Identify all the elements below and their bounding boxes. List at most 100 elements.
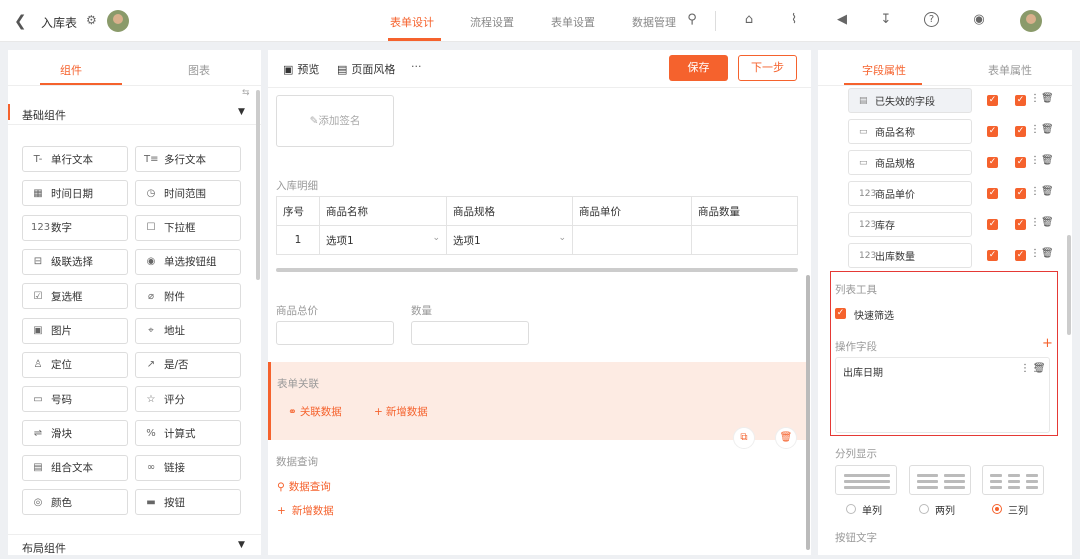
quantity-input[interactable] <box>411 321 529 345</box>
section-layout-components[interactable]: 布局组件 <box>22 540 66 556</box>
component-item[interactable]: ↗ 是/否 <box>135 351 241 378</box>
help-icon[interactable]: ? <box>924 12 939 27</box>
component-item[interactable]: T≡ 多行文本 <box>135 146 241 172</box>
field-visible-checkbox[interactable]: ✓ <box>987 157 998 168</box>
copy-icon[interactable]: ⧉ <box>733 427 755 449</box>
tab-components[interactable]: 组件 <box>60 62 82 78</box>
chevron-left-icon[interactable]: ❮ <box>14 12 27 30</box>
search-icon[interactable]: ⚲ <box>683 11 701 29</box>
component-item[interactable]: ▤ 组合文本 <box>22 454 128 481</box>
radio-two-column[interactable] <box>919 504 929 514</box>
component-item[interactable]: ◎ 颜色 <box>22 489 128 515</box>
three-column-option[interactable] <box>982 465 1044 495</box>
scrollbar[interactable] <box>256 90 260 280</box>
trash-icon[interactable]: 🗑 <box>1041 124 1054 135</box>
total-price-input[interactable] <box>276 321 394 345</box>
add-data-button[interactable]: + 新增数据 <box>374 404 428 419</box>
component-item[interactable]: % 计算式 <box>135 420 241 447</box>
trash-icon[interactable]: 🗑 <box>1033 363 1046 374</box>
field-row[interactable]: 123 商品单价 <box>848 181 972 206</box>
cell-spec[interactable]: 选项1 ⌄ <box>446 225 573 255</box>
shirt-icon[interactable]: ⌇ <box>785 11 803 29</box>
more-menu[interactable]: ··· <box>411 60 422 73</box>
form-link-section[interactable] <box>268 362 806 440</box>
tab-form-properties[interactable]: 表单属性 <box>988 62 1032 78</box>
field-required-checkbox[interactable]: ✓ <box>1015 188 1026 199</box>
component-item[interactable]: ♙ 定位 <box>22 351 128 378</box>
home-icon[interactable]: ⌂ <box>740 11 758 29</box>
gear-icon[interactable]: ⚙ <box>86 13 97 27</box>
scrollbar[interactable] <box>1067 235 1071 335</box>
page-style-button[interactable]: ▤ 页面风格 <box>337 61 395 77</box>
tab-field-properties[interactable]: 字段属性 <box>862 62 906 78</box>
field-visible-checkbox[interactable]: ✓ <box>987 95 998 106</box>
caret-down-icon[interactable]: ▼ <box>238 107 245 117</box>
field-row[interactable]: ▭ 商品名称 <box>848 119 972 144</box>
save-button[interactable]: 保存 <box>669 55 728 81</box>
component-item[interactable]: ⊟ 级联选择 <box>22 248 128 275</box>
component-item[interactable]: ▦ 时间日期 <box>22 180 128 207</box>
caret-down-icon[interactable]: ▼ <box>238 540 245 550</box>
component-item[interactable]: ☆ 评分 <box>135 386 241 413</box>
field-visible-checkbox[interactable]: ✓ <box>987 250 998 261</box>
tab-charts[interactable]: 图表 <box>188 62 210 78</box>
section-basic-components[interactable]: 基础组件 <box>22 107 66 123</box>
component-item[interactable]: 123 数字 <box>22 214 128 241</box>
table-scrollbar[interactable] <box>276 268 798 272</box>
canvas-scrollbar[interactable] <box>806 275 810 550</box>
settings-icon[interactable]: ◉ <box>970 11 988 29</box>
component-item[interactable]: ⌀ 附件 <box>135 283 241 310</box>
cell-qty[interactable] <box>691 225 798 255</box>
trash-icon[interactable]: 🗑 <box>1041 93 1054 104</box>
field-visible-checkbox[interactable]: ✓ <box>987 188 998 199</box>
component-item[interactable]: T- 单行文本 <box>22 146 128 172</box>
field-required-checkbox[interactable]: ✓ <box>1015 157 1026 168</box>
component-item[interactable]: ∞ 链接 <box>135 454 241 481</box>
component-item[interactable]: ⇌ 滑块 <box>22 420 128 447</box>
component-item[interactable]: ☐ 下拉框 <box>135 214 241 241</box>
field-required-checkbox[interactable]: ✓ <box>1015 250 1026 261</box>
data-query-button[interactable]: ⚲ 数据查询 <box>277 479 331 494</box>
single-column-option[interactable] <box>835 465 897 495</box>
cell-price[interactable] <box>572 225 692 255</box>
signature-field[interactable]: ✎添加签名 <box>276 95 394 147</box>
trash-icon[interactable]: 🗑 <box>1041 248 1054 259</box>
component-item[interactable]: ◷ 时间范围 <box>135 180 241 207</box>
preview-button[interactable]: ▣ 预览 <box>283 61 319 77</box>
chevron-down-icon[interactable]: ⌄ <box>432 233 440 243</box>
user-avatar[interactable] <box>1020 10 1042 32</box>
chevron-down-icon[interactable]: ⌄ <box>558 233 566 243</box>
field-required-checkbox[interactable]: ✓ <box>1015 95 1026 106</box>
avatar[interactable] <box>107 10 129 32</box>
field-required-checkbox[interactable]: ✓ <box>1015 219 1026 230</box>
component-item[interactable]: ▬ 按钮 <box>135 489 241 515</box>
trash-icon[interactable]: 🗑 <box>1041 155 1054 166</box>
tab-form-design[interactable]: 表单设计 <box>390 14 434 30</box>
field-required-checkbox[interactable]: ✓ <box>1015 126 1026 137</box>
add-op-field-icon[interactable]: + <box>1042 336 1053 351</box>
quick-filter-checkbox[interactable]: ✓ <box>835 308 846 319</box>
cell-name[interactable]: 选项1 ⌄ <box>319 225 447 255</box>
field-visible-checkbox[interactable]: ✓ <box>987 126 998 137</box>
download-icon[interactable]: ↧ <box>877 11 895 29</box>
megaphone-icon[interactable]: ◀ <box>833 11 851 29</box>
trash-icon[interactable]: 🗑 <box>1041 186 1054 197</box>
field-visible-checkbox[interactable]: ✓ <box>987 219 998 230</box>
add-data-button[interactable]: + 新增数据 <box>277 503 334 518</box>
component-item[interactable]: ▭ 号码 <box>22 386 128 413</box>
link-data-button[interactable]: ⚭ 关联数据 <box>288 404 342 419</box>
two-column-option[interactable] <box>909 465 971 495</box>
field-row[interactable]: ▤ 已失效的字段 <box>848 88 972 113</box>
component-item[interactable]: ◉ 单选按钮组 <box>135 248 241 275</box>
trash-icon[interactable]: 🗑 <box>1041 217 1054 228</box>
component-item[interactable]: ⌖ 地址 <box>135 317 241 344</box>
radio-single-column[interactable] <box>846 504 856 514</box>
collapse-icon[interactable]: ⇆ <box>242 88 250 98</box>
component-item[interactable]: ☑ 复选框 <box>22 283 128 310</box>
tab-form-settings[interactable]: 表单设置 <box>551 14 595 30</box>
field-row[interactable]: 123 出库数量 <box>848 243 972 268</box>
next-step-button[interactable]: 下一步 <box>738 55 797 81</box>
delete-icon[interactable]: 🗑 <box>775 427 797 449</box>
component-item[interactable]: ▣ 图片 <box>22 317 128 344</box>
field-row[interactable]: ▭ 商品规格 <box>848 150 972 175</box>
